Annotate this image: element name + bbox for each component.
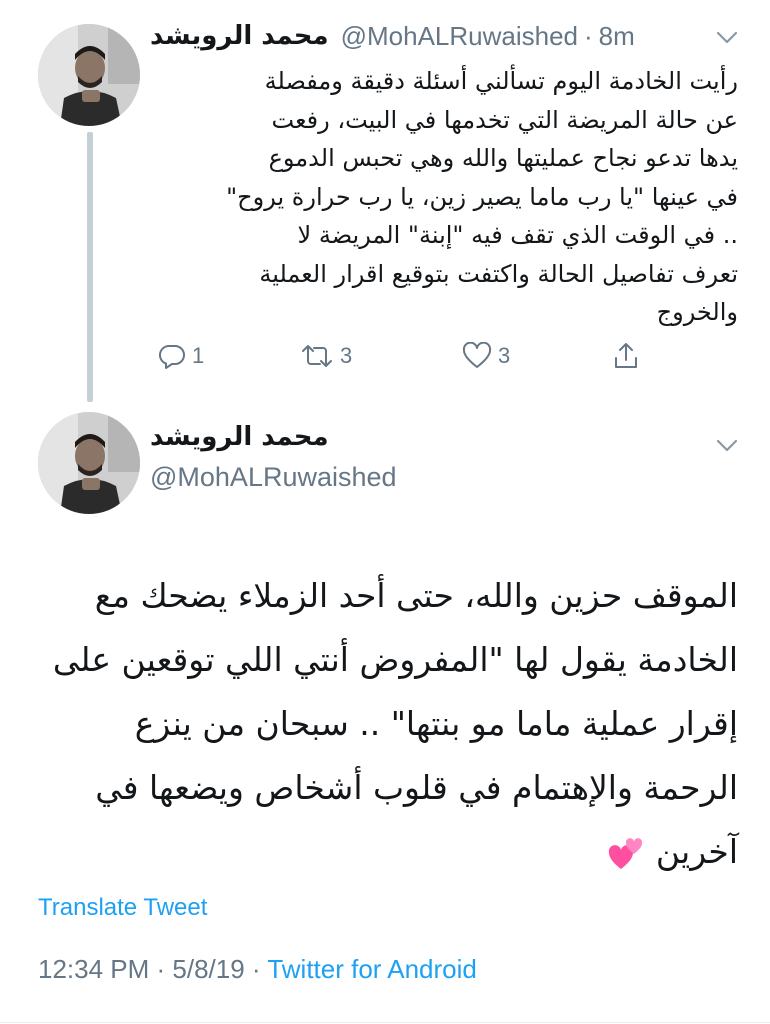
author-handle[interactable]: @MohALRuwaished <box>150 462 397 493</box>
heart-icon <box>462 342 492 368</box>
avatar[interactable] <box>38 412 140 514</box>
reply-icon <box>158 344 185 369</box>
tweet-text: رأيت الخادمة اليوم تسألني أسئلة دقيقة وم… <box>150 62 738 332</box>
retweet-icon <box>302 345 332 367</box>
tweet-text-line: .. في الوقت الذي تقف فيه "إبنة" المريضة … <box>297 221 738 249</box>
parent-tweet[interactable]: محمد الرويشد @MohALRuwaished · 8m رأيت ا… <box>0 0 770 402</box>
author-name[interactable]: محمد الرويشد <box>150 422 329 452</box>
thread-connector-line <box>87 132 93 402</box>
tweet-text-line: عن حالة المريضة التي تخدمها في البيت، رف… <box>271 105 738 134</box>
tweet-time[interactable]: 8m <box>599 21 635 52</box>
reply-count: 1 <box>192 343 205 368</box>
tweet-text-line: والخروج <box>656 298 738 326</box>
author-handle[interactable]: @MohALRuwaished <box>341 21 578 52</box>
divider <box>0 1022 770 1023</box>
tweet-text-line: الموقف حزين والله، حتى أحد الزملاء يضحك … <box>94 576 738 615</box>
tweet-timestamp-row: 12:34 PM · 5/8/19 · Twitter for Android <box>38 954 477 985</box>
tweet-text-line: آخرين <box>655 832 738 871</box>
avatar[interactable] <box>38 24 140 126</box>
tweet-text-line: إقرار عملية ماما مو بنتها" .. سبحان من ي… <box>134 704 738 743</box>
chevron-down-icon[interactable] <box>712 22 742 52</box>
tweet-text-line: تعرف تفاصيل الحالة واكتفت بتوقيع اقرار ا… <box>259 259 738 288</box>
tweet-text-line: الخادمة يقول لها "المفروض أنتي اللي توقع… <box>52 640 738 679</box>
like-count: 3 <box>498 343 511 368</box>
tweet-text: الموقف حزين والله، حتى أحد الزملاء يضحك … <box>30 564 738 884</box>
tweet-text-line: يدها تدعو نجاح عمليتها والله وهي تحبس ال… <box>268 144 738 172</box>
tweet-text-line: في عينها "يا رب ماما يصير زين، يا رب حرا… <box>226 182 738 211</box>
chevron-down-icon[interactable] <box>712 430 742 460</box>
share-icon <box>615 343 637 368</box>
author-name[interactable]: محمد الرويشد <box>150 21 329 51</box>
two-hearts-emoji-icon <box>609 837 643 869</box>
tweet-text-line: الرحمة والإهتمام في قلوب أشخاص ويضعها في <box>95 768 738 807</box>
retweet-count: 3 <box>340 343 353 368</box>
reply-button[interactable]: 1 <box>158 338 204 374</box>
tweet-source-link[interactable]: Twitter for Android <box>267 954 477 984</box>
share-button[interactable] <box>612 338 640 374</box>
tweet-text-line-last: آخرين <box>30 820 738 884</box>
like-button[interactable]: 3 <box>462 338 510 374</box>
translate-tweet-link[interactable]: Translate Tweet <box>38 894 207 922</box>
retweet-button[interactable]: 3 <box>300 338 352 374</box>
tweet-actions: 1 3 3 <box>150 338 670 374</box>
tweet-text-line: رأيت الخادمة اليوم تسألني أسئلة دقيقة وم… <box>264 67 738 95</box>
tweet-header: محمد الرويشد @MohALRuwaished · 8m <box>150 14 635 58</box>
avatar-photo <box>38 412 140 514</box>
avatar-photo <box>38 24 140 126</box>
separator-dot: · <box>584 20 593 51</box>
tweet-timestamp[interactable]: 12:34 PM · 5/8/19 · <box>38 954 267 984</box>
